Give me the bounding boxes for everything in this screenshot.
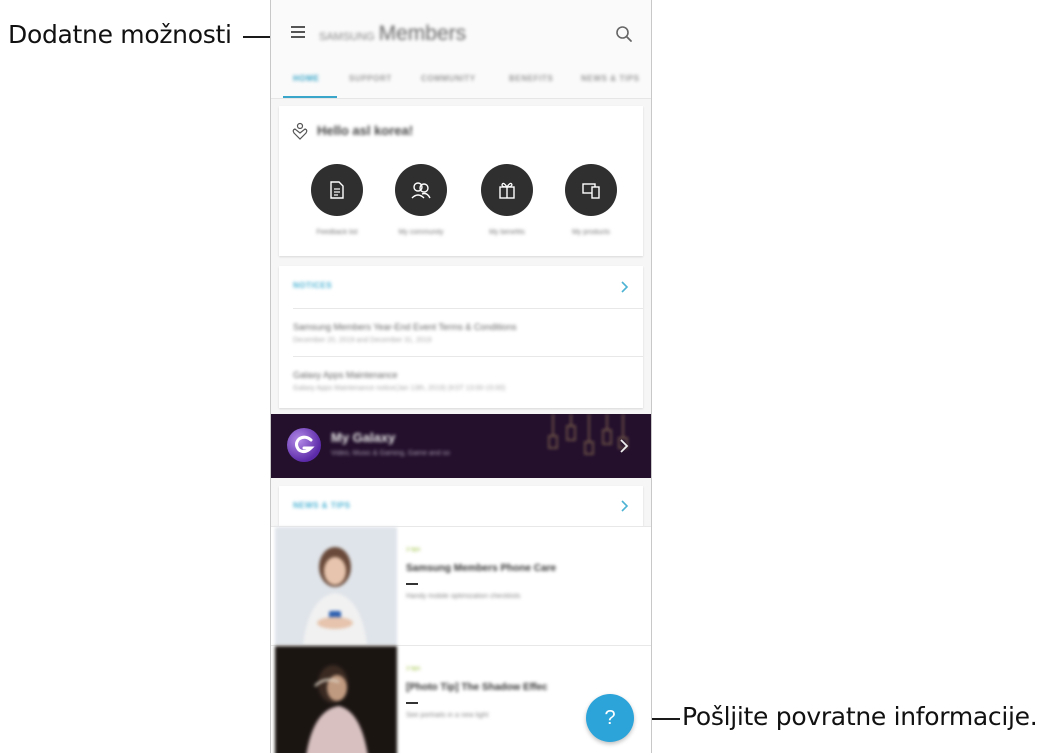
banner-subtitle: Video, Music & Gaming, Game and so bbox=[331, 450, 450, 457]
callout-more-options: Dodatne možnosti bbox=[8, 20, 232, 49]
callout-send-feedback: Pošljite povratne informacije. bbox=[682, 702, 1038, 731]
my-products-button[interactable] bbox=[565, 164, 617, 216]
lantern-decoration-icon bbox=[548, 414, 628, 455]
article-photo-shadow-portrait bbox=[275, 646, 397, 753]
hamburger-menu-icon[interactable] bbox=[291, 26, 305, 38]
tab-indicator bbox=[283, 96, 337, 98]
banner-title: My Galaxy bbox=[331, 430, 396, 445]
notice-item[interactable]: Galaxy Apps Maintenance Galaxy Apps Main… bbox=[293, 370, 633, 392]
tab-benefits[interactable]: BENEFITS bbox=[509, 74, 553, 83]
notice-title: Galaxy Apps Maintenance bbox=[293, 370, 398, 380]
tab-bar: HOME SUPPORT COMMUNITY BENEFITS NEWS & T… bbox=[271, 68, 651, 99]
article-tag: 3 tips bbox=[406, 547, 421, 553]
news-tips-header: NEWS & TIPS bbox=[279, 486, 643, 526]
gift-icon bbox=[499, 182, 515, 199]
article-title: Samsung Members Phone Care bbox=[406, 563, 557, 574]
notices-title[interactable]: NOTICES bbox=[293, 281, 332, 290]
my-benefits-button[interactable] bbox=[481, 164, 533, 216]
notices-card: NOTICES Samsung Members Year-End Event T… bbox=[279, 266, 643, 408]
my-community-button[interactable] bbox=[395, 164, 447, 216]
my-community-label: My community bbox=[398, 229, 444, 236]
article-title: [Photo Tip] The Shadow Effec bbox=[406, 682, 548, 693]
notice-title: Samsung Members Year-End Event Terms & C… bbox=[293, 322, 517, 332]
heart-hand-icon bbox=[292, 122, 308, 140]
app-title: SAMSUNG Members bbox=[319, 22, 466, 46]
tab-home[interactable]: HOME bbox=[293, 74, 319, 83]
my-galaxy-logo bbox=[287, 428, 321, 462]
news-tips-title[interactable]: NEWS & TIPS bbox=[293, 501, 351, 510]
greeting-card: Hello asl korea! Feedback list My commun… bbox=[279, 106, 643, 256]
app-brand: SAMSUNG bbox=[319, 31, 375, 43]
notice-item[interactable]: Samsung Members Year-End Event Terms & C… bbox=[293, 322, 633, 344]
article-tag: 3 tips bbox=[406, 666, 421, 672]
my-products-label: My products bbox=[571, 229, 611, 236]
send-feedback-button[interactable]: ? bbox=[586, 694, 634, 742]
tab-support[interactable]: SUPPORT bbox=[349, 74, 392, 83]
chevron-right-icon[interactable] bbox=[619, 499, 629, 513]
document-icon bbox=[330, 181, 344, 199]
article-photo-woman-phone bbox=[275, 527, 397, 645]
notices-divider-top bbox=[293, 308, 643, 309]
community-icon bbox=[411, 182, 431, 199]
feedback-list-button[interactable] bbox=[311, 164, 363, 216]
article-divider bbox=[406, 583, 418, 585]
phone-screen: SAMSUNG Members HOME SUPPORT COMMUNITY BE… bbox=[270, 0, 652, 753]
devices-icon bbox=[582, 183, 600, 199]
greeting-text: Hello asl korea! bbox=[317, 123, 414, 138]
notice-subtitle: December 20, 2019 and December 31, 2019 bbox=[293, 337, 432, 344]
article-divider bbox=[406, 702, 418, 704]
news-article[interactable]: 3 tips Samsung Members Phone Care Handy … bbox=[271, 526, 651, 645]
app-title-text: Members bbox=[378, 22, 467, 45]
search-icon[interactable] bbox=[615, 25, 633, 43]
my-benefits-label: My benefits bbox=[489, 229, 525, 236]
banner-chevron-right-icon[interactable] bbox=[619, 438, 629, 454]
app-bar: SAMSUNG Members bbox=[271, 0, 651, 68]
article-subtitle: See portraits in a new light bbox=[406, 712, 489, 719]
notice-subtitle: Galaxy Apps Maintenance notice(Jan 13th,… bbox=[293, 385, 506, 392]
my-galaxy-banner[interactable]: My Galaxy Video, Music & Gaming, Game an… bbox=[271, 414, 651, 478]
chevron-right-icon[interactable] bbox=[619, 280, 629, 294]
feedback-list-label: Feedback list bbox=[316, 229, 358, 236]
article-subtitle: Handy mobile optimization checklists bbox=[406, 593, 521, 600]
tab-news-tips[interactable]: NEWS & TIPS bbox=[581, 74, 640, 83]
tab-community[interactable]: COMMUNITY bbox=[421, 74, 476, 83]
notices-divider bbox=[293, 356, 643, 357]
